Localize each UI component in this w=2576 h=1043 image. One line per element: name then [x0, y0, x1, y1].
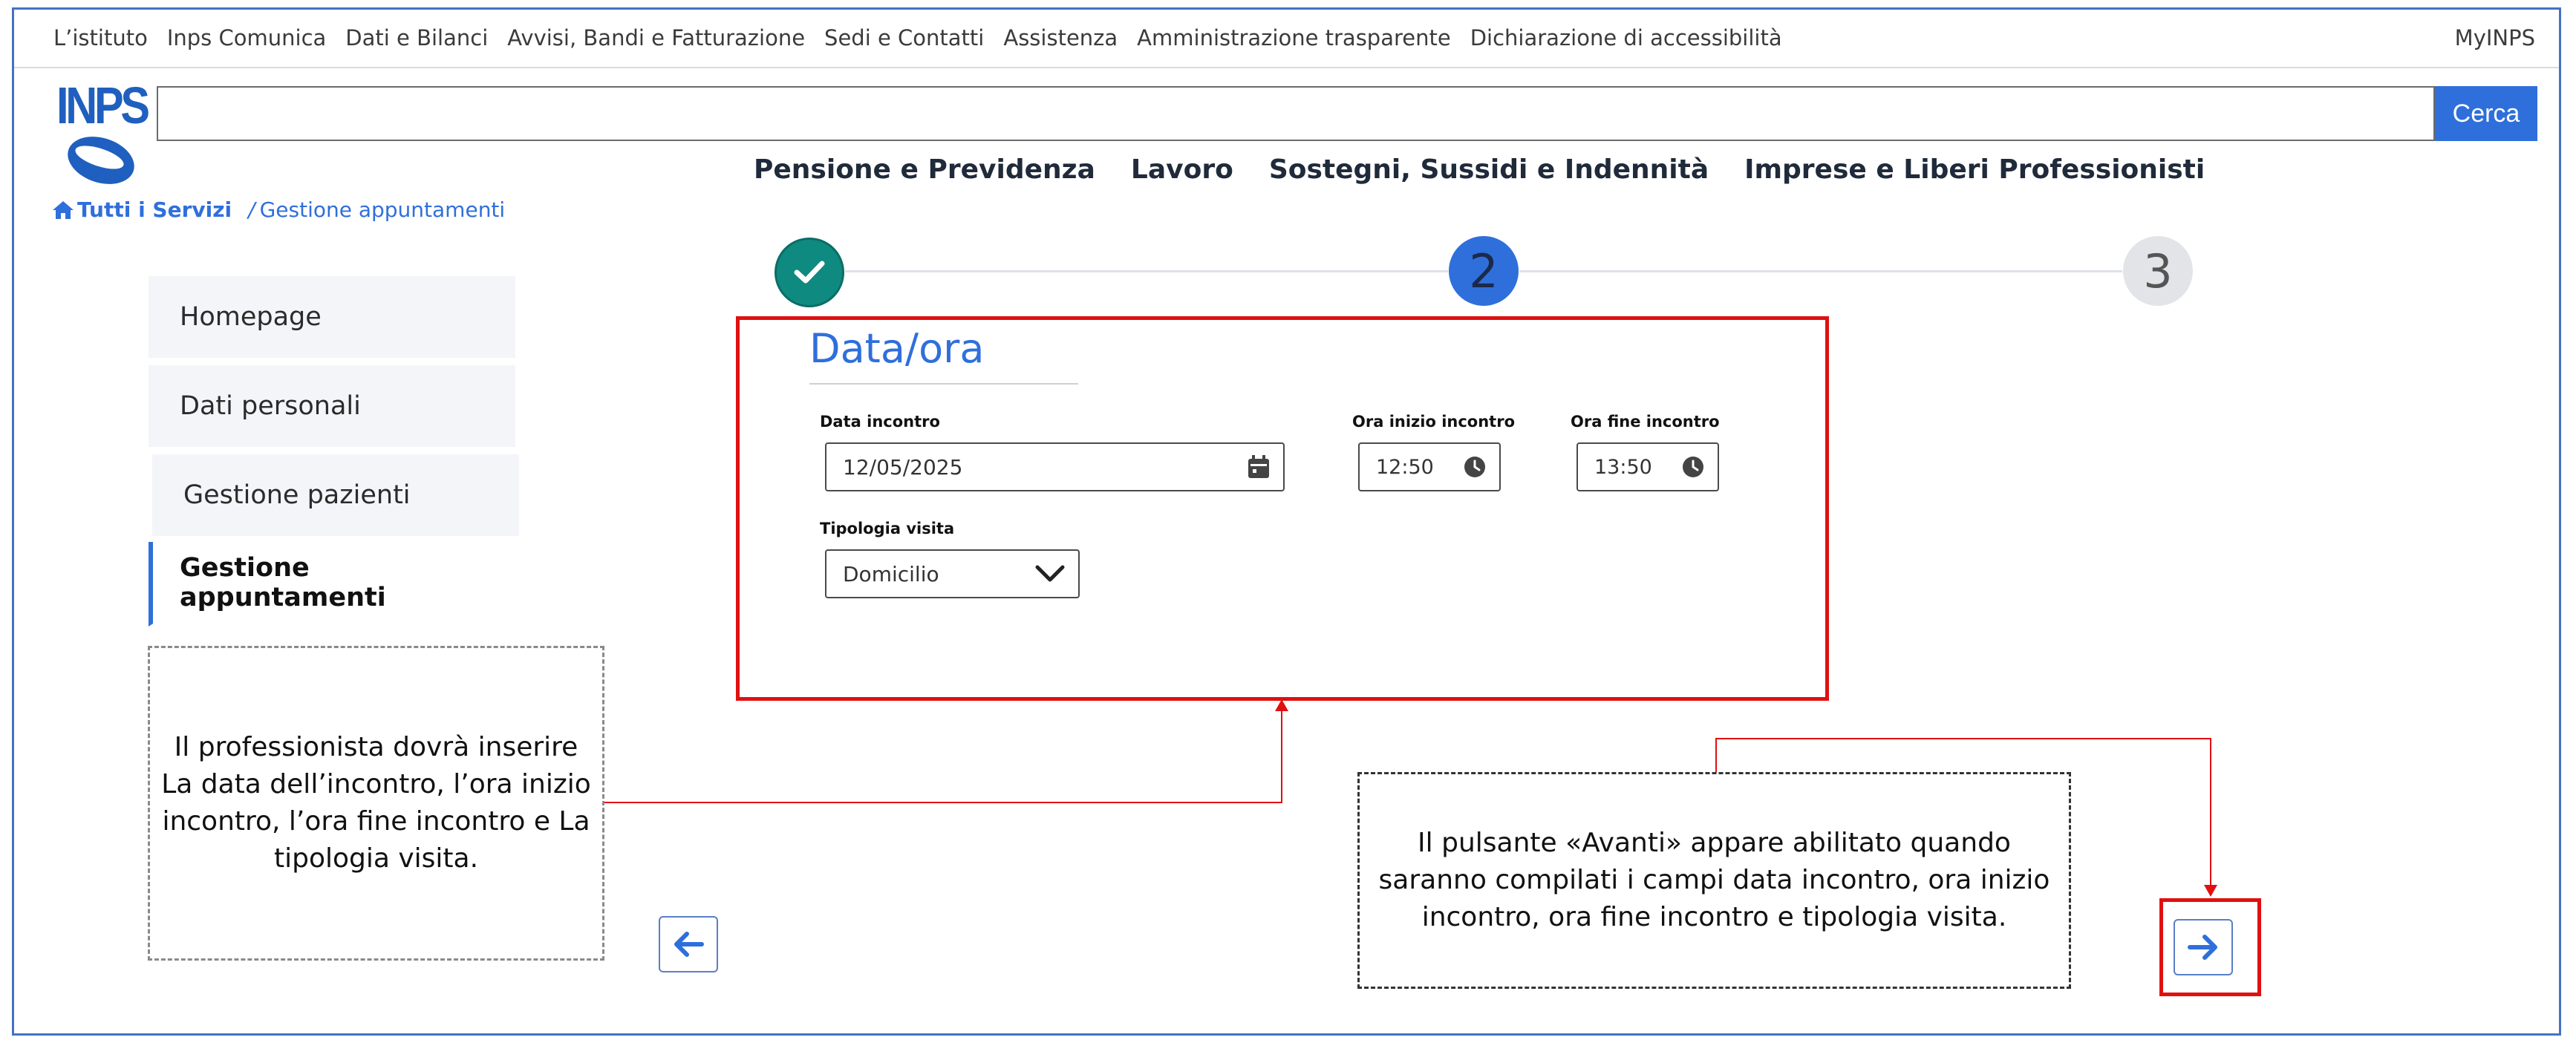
clock-icon[interactable]: [1682, 456, 1704, 478]
connector-arrowhead: [2204, 885, 2217, 897]
search-input[interactable]: [157, 86, 2435, 141]
breadcrumb-separator: /: [248, 197, 255, 222]
form-highlight-box: [736, 316, 1829, 701]
utility-link-dati-bilanci[interactable]: Dati e Bilanci: [345, 25, 488, 55]
myinps-link[interactable]: MyINPS: [2455, 25, 2535, 50]
annotation-left-note: Il professionista dovrà inserire La data…: [148, 646, 604, 961]
stepper-connector: [845, 270, 1448, 272]
step-1-completed: [775, 238, 844, 307]
sidebar-item-dati-personali[interactable]: Dati personali: [149, 365, 515, 450]
date-field[interactable]: 12/05/2025: [825, 442, 1285, 491]
logo-wordmark: INPS: [56, 76, 150, 134]
step-3-upcoming: 3: [2123, 236, 2193, 306]
next-button[interactable]: [2174, 919, 2233, 975]
connector-line: [1715, 738, 1717, 772]
sidebar-item-label: Dati personali: [180, 391, 361, 421]
sidebar-item-gestione-appuntamenti[interactable]: Gestione appuntamenti: [149, 542, 515, 627]
start-time-label: Ora inizio incontro: [1352, 413, 1515, 431]
breadcrumb-home-label: Tutti i Servizi: [77, 197, 232, 222]
search-button[interactable]: Cerca: [2435, 86, 2537, 141]
annotation-right-note: Il pulsante «Avanti» appare abilitato qu…: [1357, 772, 2071, 989]
nav-sostegni[interactable]: Sostegni, Sussidi e Indennità: [1269, 154, 1709, 185]
form-title: Data/ora: [809, 325, 985, 372]
connector-line: [1281, 710, 1282, 803]
end-time-label: Ora fine incontro: [1571, 413, 1720, 431]
end-time-value: 13:50: [1594, 455, 1652, 479]
breadcrumb: Tutti i Servizi / Gestione appuntamenti: [52, 197, 505, 222]
utility-divider: [14, 67, 2559, 68]
arrow-right-icon: [2188, 935, 2217, 960]
date-label: Data incontro: [820, 413, 940, 431]
stepper-connector: [1519, 270, 2122, 272]
breadcrumb-home[interactable]: Tutti i Servizi: [52, 197, 232, 222]
utility-link-accessibilita[interactable]: Dichiarazione di accessibilità: [1470, 25, 1782, 55]
clock-icon[interactable]: [1464, 456, 1486, 478]
sidebar-item-label: Gestione appuntamenti: [180, 553, 386, 612]
visit-type-value: Domicilio: [843, 561, 939, 586]
visit-type-label: Tipologia visita: [820, 520, 955, 537]
main-nav: Pensione e Previdenza Lavoro Sostegni, S…: [754, 154, 2205, 185]
utility-link-inps-comunica[interactable]: Inps Comunica: [167, 25, 326, 55]
start-time-field[interactable]: 12:50: [1358, 442, 1501, 491]
checkmark-icon: [794, 261, 825, 284]
sidebar-item-gestione-pazienti[interactable]: Gestione pazienti: [152, 454, 519, 539]
connector-line: [1715, 738, 2211, 739]
date-value: 12/05/2025: [843, 454, 963, 480]
nav-imprese[interactable]: Imprese e Liberi Professionisti: [1744, 154, 2205, 185]
inps-logo[interactable]: INPS: [53, 76, 150, 187]
utility-link-assistenza[interactable]: Assistenza: [1003, 25, 1118, 55]
nav-pensione[interactable]: Pensione e Previdenza: [754, 154, 1095, 185]
chevron-down-icon: [1035, 565, 1065, 582]
start-time-value: 12:50: [1376, 455, 1434, 479]
back-button[interactable]: [659, 916, 718, 972]
step-2-current: 2: [1449, 236, 1519, 306]
home-icon: [53, 200, 74, 219]
arrow-left-icon: [674, 932, 704, 957]
sidebar-item-label: Homepage: [180, 302, 322, 332]
logo-swoosh-icon: [68, 137, 134, 184]
sidebar-item-homepage[interactable]: Homepage: [149, 276, 515, 361]
form-title-divider: [809, 383, 1078, 385]
nav-lavoro[interactable]: Lavoro: [1131, 154, 1233, 185]
end-time-field[interactable]: 13:50: [1576, 442, 1719, 491]
breadcrumb-current: Gestione appuntamenti: [259, 197, 506, 222]
sidebar-item-label: Gestione pazienti: [183, 480, 411, 510]
calendar-icon[interactable]: [1248, 455, 1270, 479]
visit-type-select[interactable]: Domicilio: [825, 549, 1080, 598]
connector-arrowhead: [1275, 699, 1288, 711]
utility-link-istituto[interactable]: L’istituto: [53, 25, 148, 55]
utility-link-avvisi[interactable]: Avvisi, Bandi e Fatturazione: [507, 25, 805, 55]
utility-nav: L’istituto Inps Comunica Dati e Bilanci …: [53, 25, 1782, 55]
connector-line: [2210, 738, 2211, 886]
utility-link-sedi[interactable]: Sedi e Contatti: [824, 25, 984, 55]
utility-link-trasparente[interactable]: Amministrazione trasparente: [1137, 25, 1451, 55]
connector-line: [604, 802, 1282, 803]
